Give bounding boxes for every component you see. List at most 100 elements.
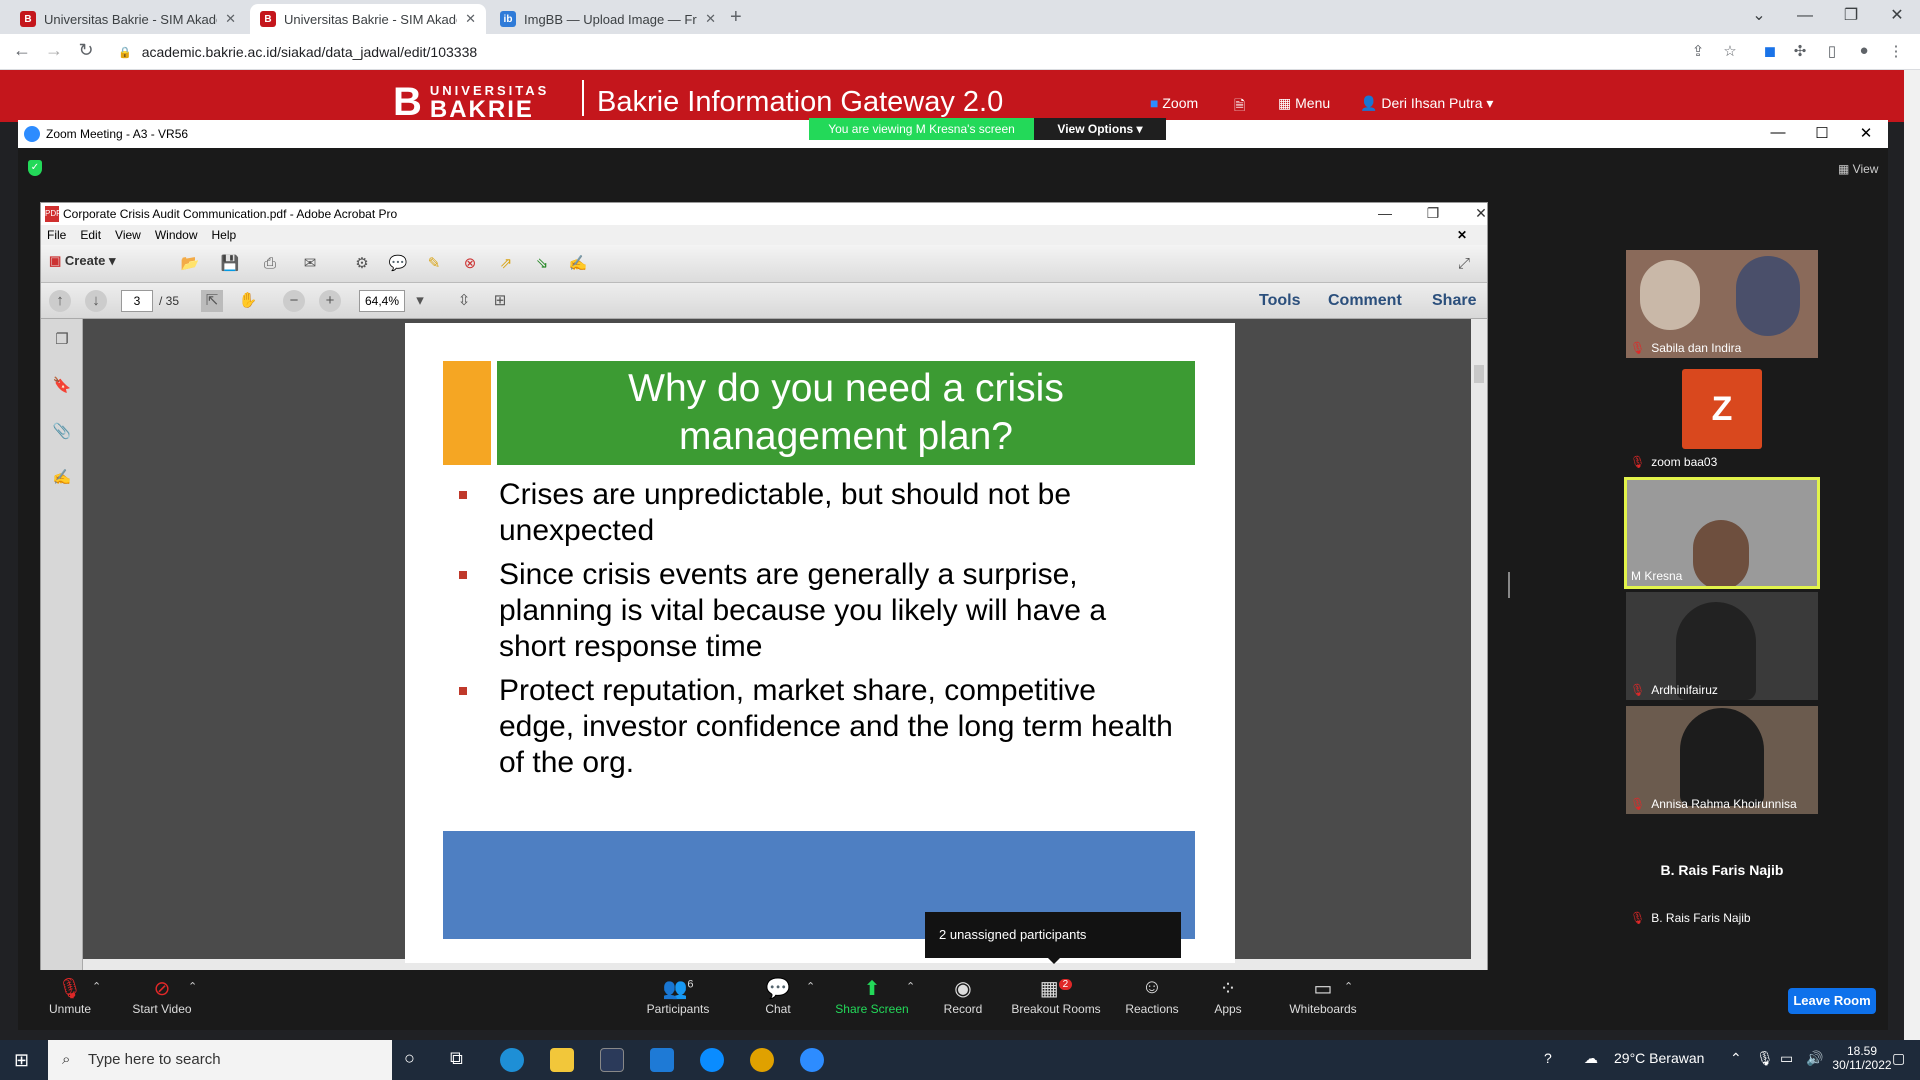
chat-options-caret-icon[interactable]: ⌃ [806, 980, 815, 993]
save-icon[interactable]: 💾 [219, 253, 241, 275]
browser-tab-1[interactable]: B Universitas Bakrie - SIM Akadem ✕ [10, 4, 246, 34]
fit-width-icon[interactable]: ⇳ [453, 290, 475, 312]
browser-tab-2[interactable]: B Universitas Bakrie - SIM Akadem ✕ [250, 4, 486, 34]
video-options-caret-icon[interactable]: ⌃ [188, 980, 197, 993]
attachments-icon[interactable]: 📎 [51, 421, 73, 443]
tray-caret-icon[interactable]: ⌃ [1730, 1050, 1742, 1067]
bookmarks-icon[interactable]: 🔖 [51, 375, 73, 397]
close-icon[interactable]: ✕ [225, 11, 236, 27]
user-menu[interactable]: 👤 Deri Ihsan Putra ▾ [1360, 95, 1493, 112]
leave-room-button[interactable]: Leave Room [1788, 988, 1876, 1014]
participants-button[interactable]: 👥6 Participants [636, 976, 720, 1016]
extension-icon[interactable]: ◼ [1760, 42, 1780, 62]
store-icon[interactable] [600, 1048, 624, 1072]
bookmark-star-icon[interactable]: ☆ [1720, 42, 1740, 62]
share-icon[interactable]: ⇪ [1688, 42, 1708, 62]
delete-page-icon[interactable]: ⊗ [459, 253, 481, 275]
network-icon[interactable]: ▭ [1780, 1050, 1793, 1067]
page-scrollbar[interactable] [1904, 70, 1920, 1040]
select-tool-icon[interactable]: ⇱ [201, 290, 223, 312]
page-thumbnails-icon[interactable]: ❐ [51, 329, 73, 351]
create-button[interactable]: ▣ Create ▾ [49, 253, 116, 269]
windows-start-icon[interactable]: ⊞ [14, 1050, 29, 1071]
acrobat-restore-icon[interactable]: ❐ [1413, 205, 1453, 222]
help-icon[interactable]: ? [1544, 1050, 1552, 1066]
share-screen-button[interactable]: ⬆ Share Screen [832, 976, 912, 1016]
participant-tile[interactable]: 🎙 Sabila dan Indira [1626, 250, 1818, 358]
task-view-icon[interactable]: ⧉ [450, 1048, 463, 1069]
forward-icon[interactable]: → [42, 40, 66, 61]
zoom-taskbar-icon[interactable] [800, 1048, 824, 1072]
zoom-out-icon[interactable]: − [283, 290, 305, 312]
audio-options-caret-icon[interactable]: ⌃ [92, 980, 101, 993]
new-tab-icon[interactable]: + [730, 6, 742, 29]
notifications-icon[interactable]: ▢ [1892, 1050, 1905, 1067]
next-page-icon[interactable]: ↓ [85, 290, 107, 312]
zoom-nav-link[interactable]: ■ Zoom [1150, 95, 1198, 111]
zoom-dropdown-icon[interactable]: ▾ [409, 290, 431, 312]
cortana-icon[interactable]: ○ [404, 1048, 415, 1069]
view-button[interactable]: ▦ View [1838, 162, 1878, 176]
close-document-icon[interactable]: ✕ [1457, 228, 1467, 242]
more-icon[interactable]: ⋮ [1886, 42, 1906, 62]
participant-tile[interactable]: Z 🎙 zoom baa03 [1626, 364, 1818, 472]
mail-icon[interactable] [650, 1048, 674, 1072]
minimize-icon[interactable]: — [1782, 2, 1828, 30]
panel-resize-handle[interactable] [1508, 572, 1510, 598]
back-icon[interactable]: ← [10, 40, 34, 61]
share-tab[interactable]: Share [1432, 292, 1476, 310]
file-explorer-icon[interactable] [550, 1048, 574, 1072]
settings-gear-icon[interactable]: ⚙ [351, 253, 373, 275]
close-icon[interactable]: ✕ [705, 11, 716, 27]
menu-help[interactable]: Help [212, 228, 237, 242]
volume-icon[interactable]: 🔊 [1806, 1050, 1823, 1067]
zoom-minimize-icon[interactable]: — [1756, 124, 1800, 141]
tools-tab[interactable]: Tools [1259, 292, 1300, 310]
reload-icon[interactable]: ↻ [74, 40, 98, 61]
microphone-icon[interactable]: 🎙 [1756, 1050, 1774, 1067]
record-button[interactable]: ◉ Record [938, 976, 988, 1016]
comment-bubble-icon[interactable]: 💬 [387, 253, 409, 275]
page-number-input[interactable]: 3 [121, 290, 153, 312]
document-icon[interactable]: 🗎 [1234, 95, 1245, 119]
comment-tab[interactable]: Comment [1328, 292, 1402, 310]
participant-tile-active-speaker[interactable]: M Kresna [1624, 477, 1820, 589]
menu-view[interactable]: View [115, 228, 141, 242]
hand-tool-icon[interactable]: ✋ [237, 290, 259, 312]
share-options-caret-icon[interactable]: ⌃ [906, 980, 915, 993]
fullscreen-icon[interactable]: ⤢ [1453, 253, 1475, 275]
breakout-rooms-button[interactable]: ▦ 2 Breakout Rooms [1008, 976, 1104, 1016]
encryption-shield-icon[interactable]: ✓ [28, 160, 42, 176]
zoom-level-input[interactable]: 64,4% [359, 290, 405, 312]
signatures-icon[interactable]: ✍ [51, 467, 73, 489]
menu-window[interactable]: Window [155, 228, 198, 242]
profile-icon[interactable]: ● [1854, 42, 1874, 62]
fit-page-icon[interactable]: ⊞ [489, 290, 511, 312]
address-bar[interactable]: 🔒 academic.bakrie.ac.id/siakad/data_jadw… [108, 38, 1708, 66]
puzzle-icon[interactable]: ✣ [1790, 42, 1810, 62]
close-window-icon[interactable]: ✕ [1874, 2, 1920, 30]
participant-tile[interactable]: 🎙 Ardhinifairuz [1626, 592, 1818, 700]
open-folder-icon[interactable]: 📂 [179, 253, 201, 275]
email-icon[interactable]: ✉ [299, 253, 321, 275]
close-icon[interactable]: ✕ [465, 11, 476, 27]
apps-button[interactable]: ⁘ Apps [1208, 976, 1248, 1016]
menu-edit[interactable]: Edit [80, 228, 101, 242]
highlight-icon[interactable]: ✎ [423, 253, 445, 275]
tab-search-icon[interactable]: ⌄ [1736, 2, 1782, 30]
acrobat-close-icon[interactable]: ✕ [1461, 205, 1501, 222]
teamviewer-icon[interactable] [700, 1048, 724, 1072]
whiteboard-options-caret-icon[interactable]: ⌃ [1344, 980, 1353, 993]
menu-file[interactable]: File [47, 228, 66, 242]
sidebar-icon[interactable]: ▯ [1822, 42, 1842, 62]
edge-icon[interactable] [500, 1048, 524, 1072]
import-icon[interactable]: ⇘ [531, 253, 553, 275]
restore-icon[interactable]: ❐ [1828, 2, 1874, 30]
clock[interactable]: 18.59 30/11/2022 [1832, 1044, 1892, 1072]
print-icon[interactable]: ⎙ [259, 253, 281, 275]
previous-page-icon[interactable]: ↑ [49, 290, 71, 312]
document-scrollbar[interactable] [1471, 319, 1487, 959]
zoom-close-icon[interactable]: ✕ [1844, 124, 1888, 142]
acrobat-minimize-icon[interactable]: — [1365, 205, 1405, 221]
view-options-button[interactable]: View Options ▾ [1034, 118, 1166, 140]
